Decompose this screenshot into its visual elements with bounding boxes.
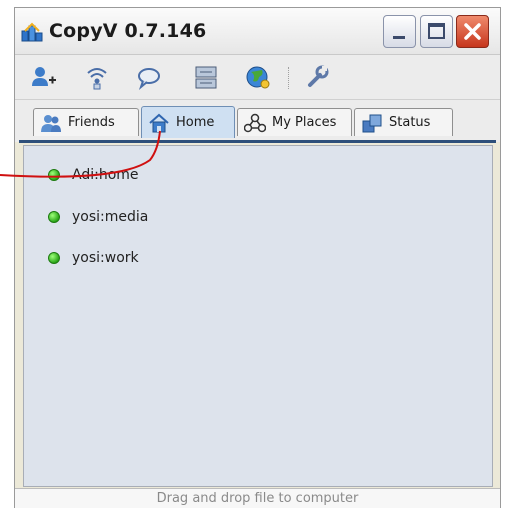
maximize-button[interactable] bbox=[420, 15, 453, 48]
tab-friends[interactable]: Friends bbox=[33, 108, 139, 136]
minimize-button[interactable] bbox=[383, 15, 416, 48]
tab-status[interactable]: Status bbox=[354, 108, 453, 136]
online-status-icon bbox=[48, 252, 60, 264]
list-item[interactable]: Adi:home bbox=[48, 165, 139, 185]
title-bar[interactable]: CopyV 0.7.146 bbox=[15, 8, 500, 55]
online-status-icon bbox=[48, 211, 60, 223]
globe-icon bbox=[246, 66, 270, 89]
wireless-button[interactable] bbox=[83, 63, 111, 91]
toolbar bbox=[15, 55, 500, 100]
place-label: yosi:work bbox=[72, 250, 139, 266]
tab-label: Status bbox=[389, 115, 431, 130]
close-icon bbox=[464, 23, 481, 40]
tab-underline bbox=[19, 140, 496, 143]
tab-label: Home bbox=[176, 115, 215, 130]
tab-label: Friends bbox=[68, 115, 115, 130]
tab-my-places[interactable]: My Places bbox=[237, 108, 352, 136]
place-label: yosi:media bbox=[72, 209, 149, 225]
add-user-icon bbox=[32, 67, 56, 86]
places-icon bbox=[244, 113, 266, 132]
friends-icon bbox=[41, 114, 61, 132]
home-icon bbox=[149, 113, 169, 132]
app-window: CopyV 0.7.146 Friends Home My Places Sta… bbox=[14, 7, 501, 508]
tab-home[interactable]: Home bbox=[141, 106, 235, 138]
add-user-button[interactable] bbox=[29, 63, 57, 91]
window-title: CopyV 0.7.146 bbox=[49, 20, 207, 42]
places-list: Adi:home yosi:media yosi:work bbox=[23, 145, 493, 487]
chat-button[interactable] bbox=[135, 63, 163, 91]
settings-button[interactable] bbox=[303, 63, 331, 91]
toolbar-separator bbox=[288, 67, 290, 89]
network-button[interactable] bbox=[192, 63, 220, 91]
tab-bar: Friends Home My Places Status bbox=[15, 100, 500, 142]
wrench-icon bbox=[308, 65, 329, 87]
maximize-icon bbox=[428, 23, 445, 39]
status-icon bbox=[362, 114, 382, 132]
tab-label: My Places bbox=[272, 115, 337, 130]
list-item[interactable]: yosi:media bbox=[48, 207, 148, 227]
list-item[interactable]: yosi:work bbox=[48, 248, 139, 268]
drop-zone-status[interactable]: Drag and drop file to computer bbox=[15, 488, 500, 508]
wireless-icon bbox=[87, 68, 107, 90]
chat-icon bbox=[138, 68, 160, 91]
online-status-icon bbox=[48, 169, 60, 181]
globe-button[interactable] bbox=[244, 63, 272, 91]
place-label: Adi:home bbox=[72, 167, 139, 183]
app-logo-icon bbox=[21, 22, 43, 42]
network-icon bbox=[195, 66, 217, 89]
close-button[interactable] bbox=[456, 15, 489, 48]
minimize-icon bbox=[393, 36, 405, 39]
